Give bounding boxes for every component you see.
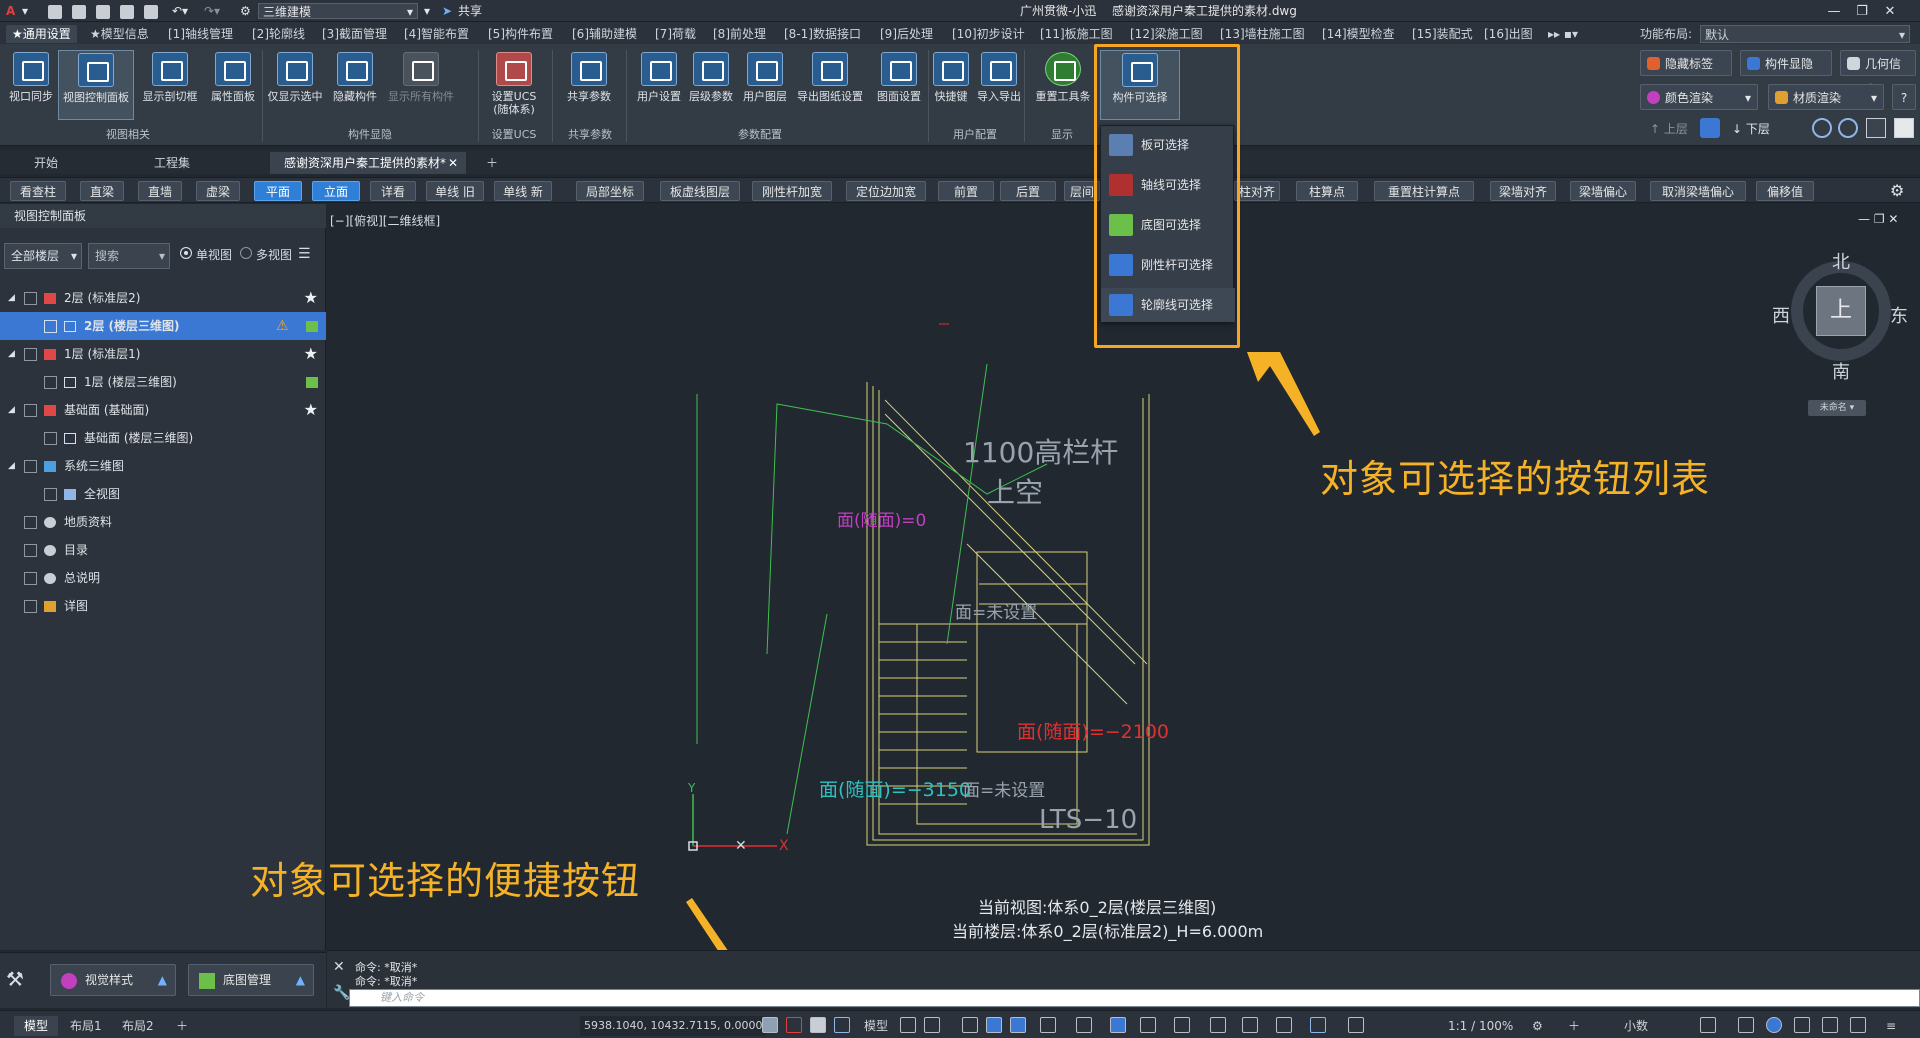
gizmo-icon[interactable]: [1276, 1017, 1292, 1033]
annotation-icon[interactable]: [1242, 1017, 1258, 1033]
add-layout-icon[interactable]: ＋: [166, 1016, 198, 1036]
layout-tab-model[interactable]: 模型: [14, 1016, 59, 1036]
command-history-line: 命令: *取消*: [355, 975, 418, 988]
close-command-icon[interactable]: ✕: [333, 959, 345, 975]
units-select[interactable]: 小数: [1622, 1016, 1650, 1036]
layout-tab-1[interactable]: 布局1: [60, 1016, 112, 1036]
coordinate-readout: 5938.1040, 10432.7115, 0.0000: [580, 1016, 767, 1036]
customize-icon[interactable]: [1850, 1017, 1866, 1033]
plus-icon[interactable]: ＋: [1566, 1016, 1582, 1036]
layout-tab-2[interactable]: 布局2: [112, 1016, 164, 1036]
hardware-accel-icon[interactable]: [1794, 1017, 1810, 1033]
model-space-label[interactable]: 模型: [860, 1016, 892, 1036]
command-placeholder: 键入命令: [380, 991, 424, 1004]
status-gear-icon[interactable]: ⚙: [1530, 1016, 1545, 1036]
rigid-select-toggle-icon[interactable]: [834, 1017, 850, 1033]
base-select-toggle-icon[interactable]: [810, 1017, 826, 1033]
slab-select-toggle-icon[interactable]: [762, 1017, 778, 1033]
axis-select-toggle-icon[interactable]: [786, 1017, 802, 1033]
wrench-icon[interactable]: 🔧: [333, 985, 350, 1001]
osnap-icon[interactable]: [1010, 1017, 1026, 1033]
grid-icon[interactable]: [900, 1017, 916, 1033]
dynamic-input-icon[interactable]: [1076, 1017, 1092, 1033]
scale-readout[interactable]: 1:1 / 100%: [1446, 1016, 1515, 1036]
ucs-icon[interactable]: [1310, 1017, 1326, 1033]
status-bar: 模型 布局1 布局2 ＋ 5938.1040, 10432.7115, 0.00…: [0, 1010, 1920, 1038]
lineweight-icon[interactable]: [1110, 1017, 1126, 1033]
status-menu-icon[interactable]: ≡: [1884, 1016, 1898, 1036]
polar-icon[interactable]: [986, 1017, 1002, 1033]
isolate-icon[interactable]: [1766, 1017, 1782, 1033]
annotation-scale-icon[interactable]: [1348, 1017, 1364, 1033]
clean-screen-icon[interactable]: [1822, 1017, 1838, 1033]
otrack-icon[interactable]: [1040, 1017, 1056, 1033]
command-input[interactable]: 键入命令: [349, 989, 1920, 1007]
annotation-shortcut-label: 对象可选择的便捷按钮: [250, 859, 641, 903]
ortho-icon[interactable]: [962, 1017, 978, 1033]
selection-cycle-icon[interactable]: [1174, 1017, 1190, 1033]
snap-icon[interactable]: [924, 1017, 940, 1033]
lock-ui-icon[interactable]: [1738, 1017, 1754, 1033]
command-area: ✕ 🔧 命令: *取消* 命令: *取消* 键入命令: [327, 950, 1920, 1008]
annotation-list-label: 对象可选择的按钮列表: [1320, 457, 1711, 501]
quick-props-icon[interactable]: [1700, 1017, 1716, 1033]
3d-osnap-icon[interactable]: [1210, 1017, 1226, 1033]
arrow-to-menu: [1247, 352, 1320, 436]
transparency-icon[interactable]: [1140, 1017, 1156, 1033]
